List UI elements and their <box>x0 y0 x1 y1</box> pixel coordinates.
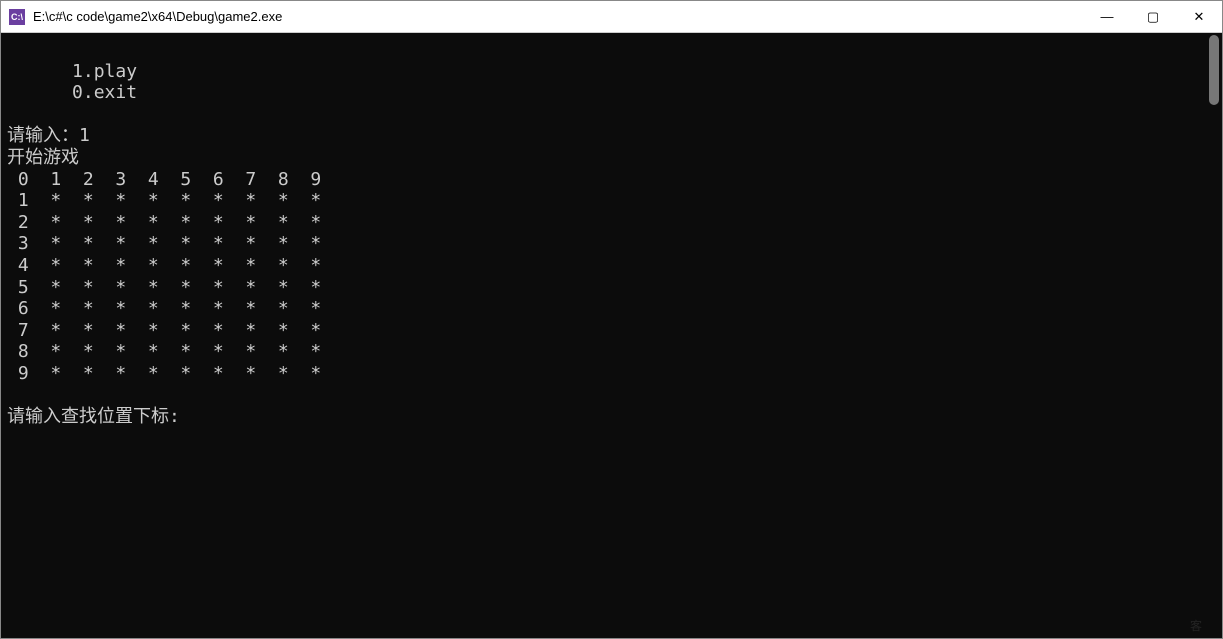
window-controls: — ▢ ✕ <box>1084 1 1222 32</box>
grid-row: 4 * * * * * * * * * <box>7 255 321 276</box>
title-bar[interactable]: C:\ E:\c#\c code\game2\x64\Debug\game2.e… <box>1 1 1222 33</box>
lookup-prompt: 请输入查找位置下标: <box>7 406 180 427</box>
grid-header-row: 0 1 2 3 4 5 6 7 8 9 <box>7 169 321 190</box>
maximize-button[interactable]: ▢ <box>1130 1 1176 32</box>
app-icon: C:\ <box>9 9 25 25</box>
grid-row: 1 * * * * * * * * * <box>7 190 321 211</box>
start-game-msg: 开始游戏 <box>7 147 79 168</box>
grid-row: 9 * * * * * * * * * <box>7 363 321 384</box>
user-input-line: 请输入：1 <box>7 125 90 146</box>
grid-row: 7 * * * * * * * * * <box>7 320 321 341</box>
minimize-button[interactable]: — <box>1084 1 1130 32</box>
window-title: E:\c#\c code\game2\x64\Debug\game2.exe <box>33 9 1084 24</box>
grid-row: 6 * * * * * * * * * <box>7 298 321 319</box>
grid-row: 2 * * * * * * * * * <box>7 212 321 233</box>
menu-option-exit: 0.exit <box>7 82 137 103</box>
grid-row: 5 * * * * * * * * * <box>7 277 321 298</box>
menu-option-play: 1.play <box>7 61 137 82</box>
scrollbar-thumb[interactable] <box>1209 35 1219 105</box>
close-button[interactable]: ✕ <box>1176 1 1222 32</box>
console-area[interactable]: 1.play 0.exit 请输入：1 开始游戏 0 1 2 3 4 5 6 7… <box>1 33 1222 638</box>
app-window: C:\ E:\c#\c code\game2\x64\Debug\game2.e… <box>0 0 1223 639</box>
watermark: 客 <box>1190 617 1202 634</box>
vertical-scrollbar[interactable] <box>1206 33 1222 638</box>
console-output[interactable]: 1.play 0.exit 请输入：1 开始游戏 0 1 2 3 4 5 6 7… <box>1 33 1206 638</box>
grid-row: 3 * * * * * * * * * <box>7 233 321 254</box>
grid-row: 8 * * * * * * * * * <box>7 341 321 362</box>
